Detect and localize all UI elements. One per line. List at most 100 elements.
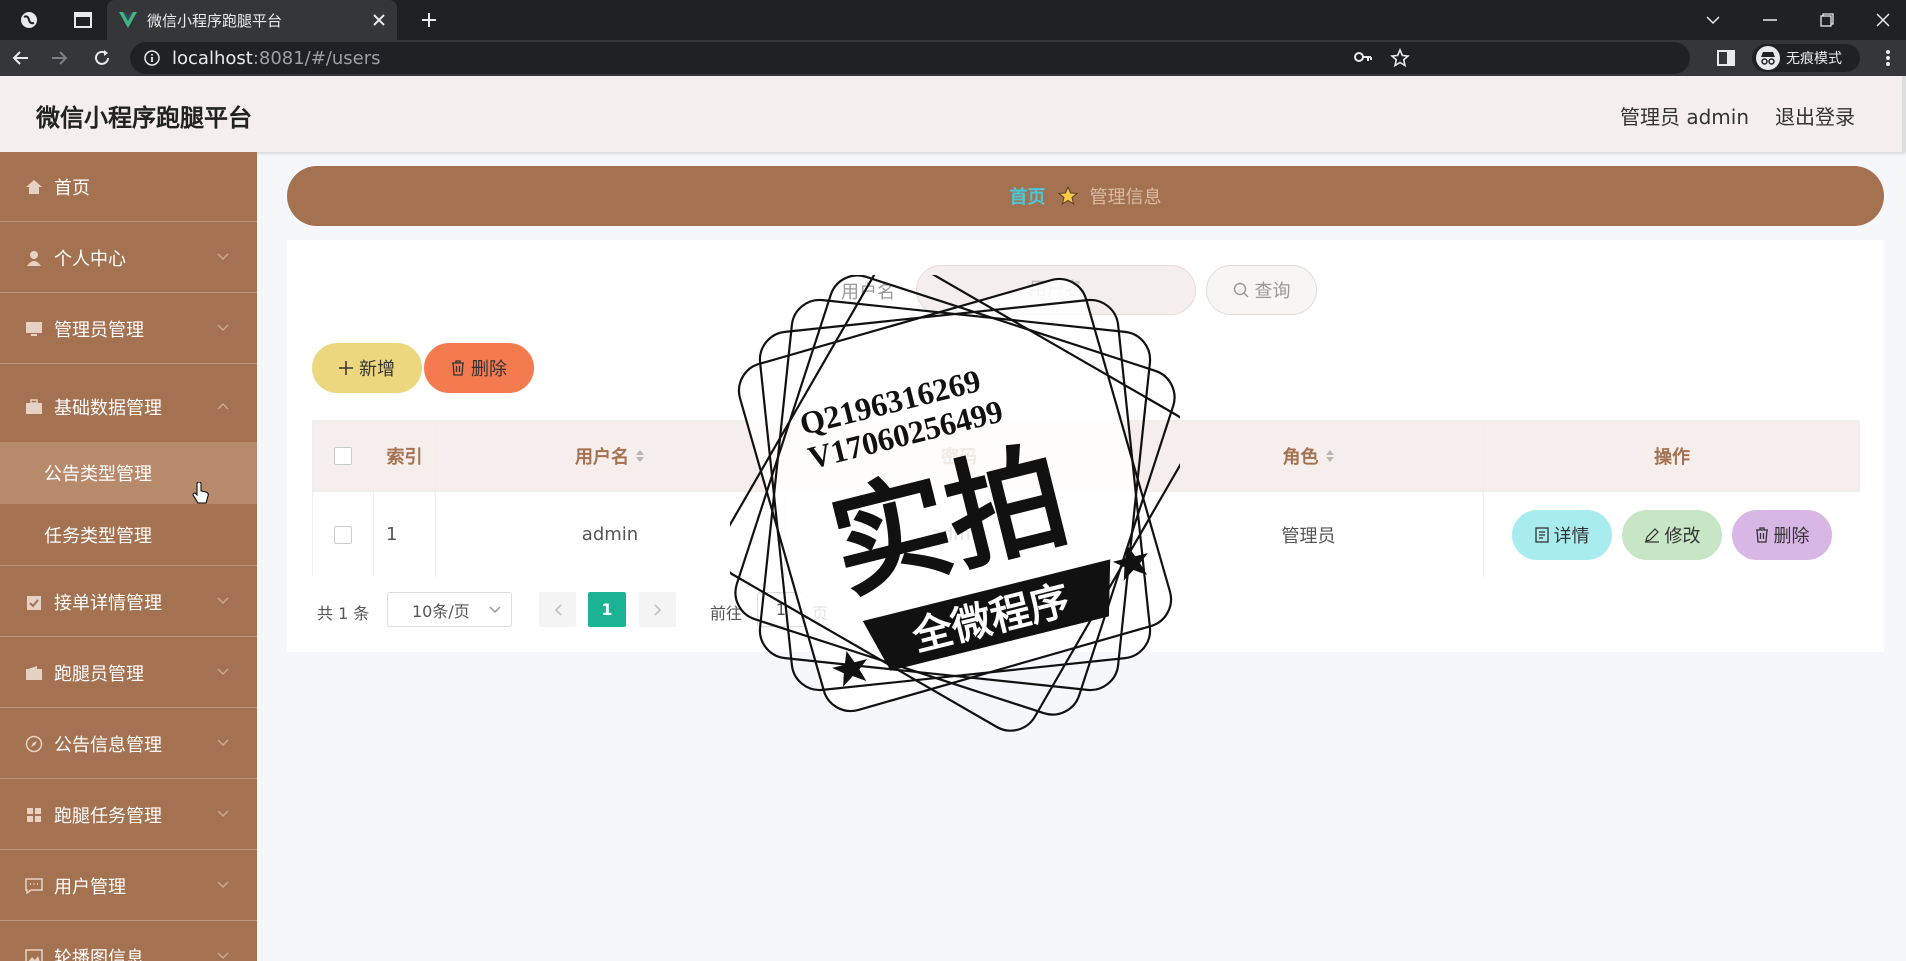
wallet-icon <box>24 663 44 683</box>
sidebar-item-orders[interactable]: 接单详情管理 <box>0 567 257 637</box>
column-index: 索引 <box>374 421 436 491</box>
search-icon <box>1233 282 1249 298</box>
tab-search-icon[interactable] <box>1688 0 1738 40</box>
delete-button-label: 删除 <box>471 359 507 380</box>
back-icon[interactable] <box>4 40 36 76</box>
site-info-icon[interactable] <box>144 50 160 66</box>
page-size-select[interactable]: 10条/页 <box>387 592 512 627</box>
add-button[interactable]: 新增 <box>312 343 422 393</box>
sidebar-item-admins[interactable]: 管理员管理 <box>0 294 257 364</box>
page-size-value: 10条/页 <box>412 601 470 621</box>
sort-icon[interactable] <box>1325 449 1335 463</box>
sidebar-item-label: 个人中心 <box>54 248 126 270</box>
sidebar-item-basic-data[interactable]: 基础数据管理 <box>0 372 257 442</box>
column-label: 角色 <box>1282 447 1319 468</box>
current-user: 管理员 admin <box>1620 105 1750 129</box>
cell-role: 管理员 <box>1134 492 1484 577</box>
sidebar-item-label: 用户管理 <box>54 876 126 898</box>
address-bar[interactable]: localhost :8081/#/users <box>130 42 1690 74</box>
chevron-down-icon <box>217 952 229 960</box>
sidebar-item-label: 基础数据管理 <box>54 398 162 419</box>
chevron-up-icon <box>217 402 229 410</box>
sidebar-item-home[interactable]: 首页 <box>0 152 257 222</box>
forward-icon[interactable] <box>44 40 76 76</box>
pencil-icon <box>1644 527 1660 543</box>
next-page-button[interactable] <box>639 592 676 627</box>
submenu-label: 任务类型管理 <box>44 525 152 547</box>
watermark-stamp: Q2196316269 V17060256499 实拍 全微程序 <box>730 275 1180 735</box>
cell-index: 1 <box>374 492 436 577</box>
breadcrumb: 首页 管理信息 <box>287 166 1884 226</box>
breadcrumb-home[interactable]: 首页 <box>1010 183 1046 209</box>
close-window-icon[interactable] <box>1860 0 1906 40</box>
star-icon <box>1057 186 1078 206</box>
edit-button[interactable]: 修改 <box>1622 509 1722 560</box>
trash-icon <box>1755 526 1769 543</box>
sidebar-item-label: 跑腿任务管理 <box>54 805 162 827</box>
submenu-task-type[interactable]: 任务类型管理 <box>0 504 257 566</box>
sidebar-item-label: 轮播图信息 <box>54 947 144 961</box>
chevron-down-icon <box>217 881 229 889</box>
sidebar-item-notices[interactable]: 公告信息管理 <box>0 709 257 779</box>
tab-close-icon[interactable] <box>373 14 385 26</box>
home-icon <box>24 177 44 197</box>
batch-delete-button[interactable]: 删除 <box>424 343 534 393</box>
sidebar-item-label: 公告信息管理 <box>54 734 162 756</box>
select-all-cell <box>313 421 374 491</box>
briefcase-icon <box>24 397 44 417</box>
trash-icon <box>451 360 465 376</box>
sidebar-item-runners[interactable]: 跑腿员管理 <box>0 638 257 708</box>
incognito-badge[interactable]: 无痕模式 <box>1752 44 1860 72</box>
detail-button[interactable]: 详情 <box>1512 509 1612 560</box>
cell-actions: 详情 修改 删除 <box>1484 492 1860 577</box>
sort-icon[interactable] <box>635 449 645 463</box>
column-label: 用户名 <box>575 447 629 468</box>
globe-icon[interactable] <box>12 0 46 40</box>
sidebar-item-label: 首页 <box>54 177 90 199</box>
minimize-icon[interactable] <box>1745 0 1795 40</box>
incognito-icon <box>1756 46 1780 70</box>
clipboard-icon <box>24 592 44 612</box>
sidebar-item-label: 接单详情管理 <box>54 592 162 614</box>
sidebar-item-label: 跑腿员管理 <box>54 663 144 685</box>
picture-icon <box>24 947 44 961</box>
bookmark-star-icon[interactable] <box>1390 48 1410 68</box>
row-delete-button[interactable]: 删除 <box>1732 509 1832 560</box>
sidebar-item-carousel[interactable]: 轮播图信息 <box>0 922 257 961</box>
restore-icon[interactable] <box>1802 0 1852 40</box>
select-all-checkbox[interactable] <box>334 447 352 465</box>
column-role[interactable]: 角色 <box>1134 421 1484 491</box>
incognito-label: 无痕模式 <box>1786 51 1842 67</box>
window-icon[interactable] <box>66 0 100 40</box>
plus-icon <box>339 361 353 375</box>
detail-button-label: 详情 <box>1553 525 1590 547</box>
row-checkbox[interactable] <box>334 525 352 544</box>
chevron-down-icon <box>489 606 501 614</box>
sidebar-item-tasks[interactable]: 跑腿任务管理 <box>0 780 257 850</box>
chat-icon <box>24 876 44 896</box>
prev-page-button[interactable] <box>539 592 576 627</box>
app-title: 微信小程序跑腿平台 <box>36 104 252 132</box>
reload-icon[interactable] <box>86 40 118 76</box>
chevron-down-icon <box>217 597 229 605</box>
chevron-down-icon <box>217 668 229 676</box>
sidebar-item-profile[interactable]: 个人中心 <box>0 223 257 293</box>
sidebar: 首页 个人中心 管理员管理 基础数据管理 公告类型管理 任务类型管理 接单详情管… <box>0 152 257 961</box>
row-delete-label: 删除 <box>1773 525 1810 547</box>
browser-toolbar: localhost :8081/#/users 无痕模式 <box>0 40 1906 76</box>
submenu-notice-type[interactable]: 公告类型管理 <box>0 442 257 504</box>
sidebar-item-label: 管理员管理 <box>54 319 144 341</box>
user-icon <box>24 248 44 268</box>
sidebar-item-users[interactable]: 用户管理 <box>0 851 257 921</box>
vue-logo-icon <box>119 12 137 28</box>
browser-tab-active[interactable]: 微信小程序跑腿平台 <box>107 0 397 40</box>
key-icon[interactable] <box>1354 50 1372 64</box>
new-tab-icon[interactable] <box>412 0 446 40</box>
side-panel-icon[interactable] <box>1710 40 1742 76</box>
browser-menu-icon[interactable] <box>1872 40 1904 76</box>
chevron-down-icon <box>217 739 229 747</box>
logout-link[interactable]: 退出登录 <box>1775 101 1855 130</box>
search-button[interactable]: 查询 <box>1206 265 1317 315</box>
column-actions: 操作 <box>1484 421 1860 491</box>
page-number-1[interactable]: 1 <box>588 592 626 627</box>
